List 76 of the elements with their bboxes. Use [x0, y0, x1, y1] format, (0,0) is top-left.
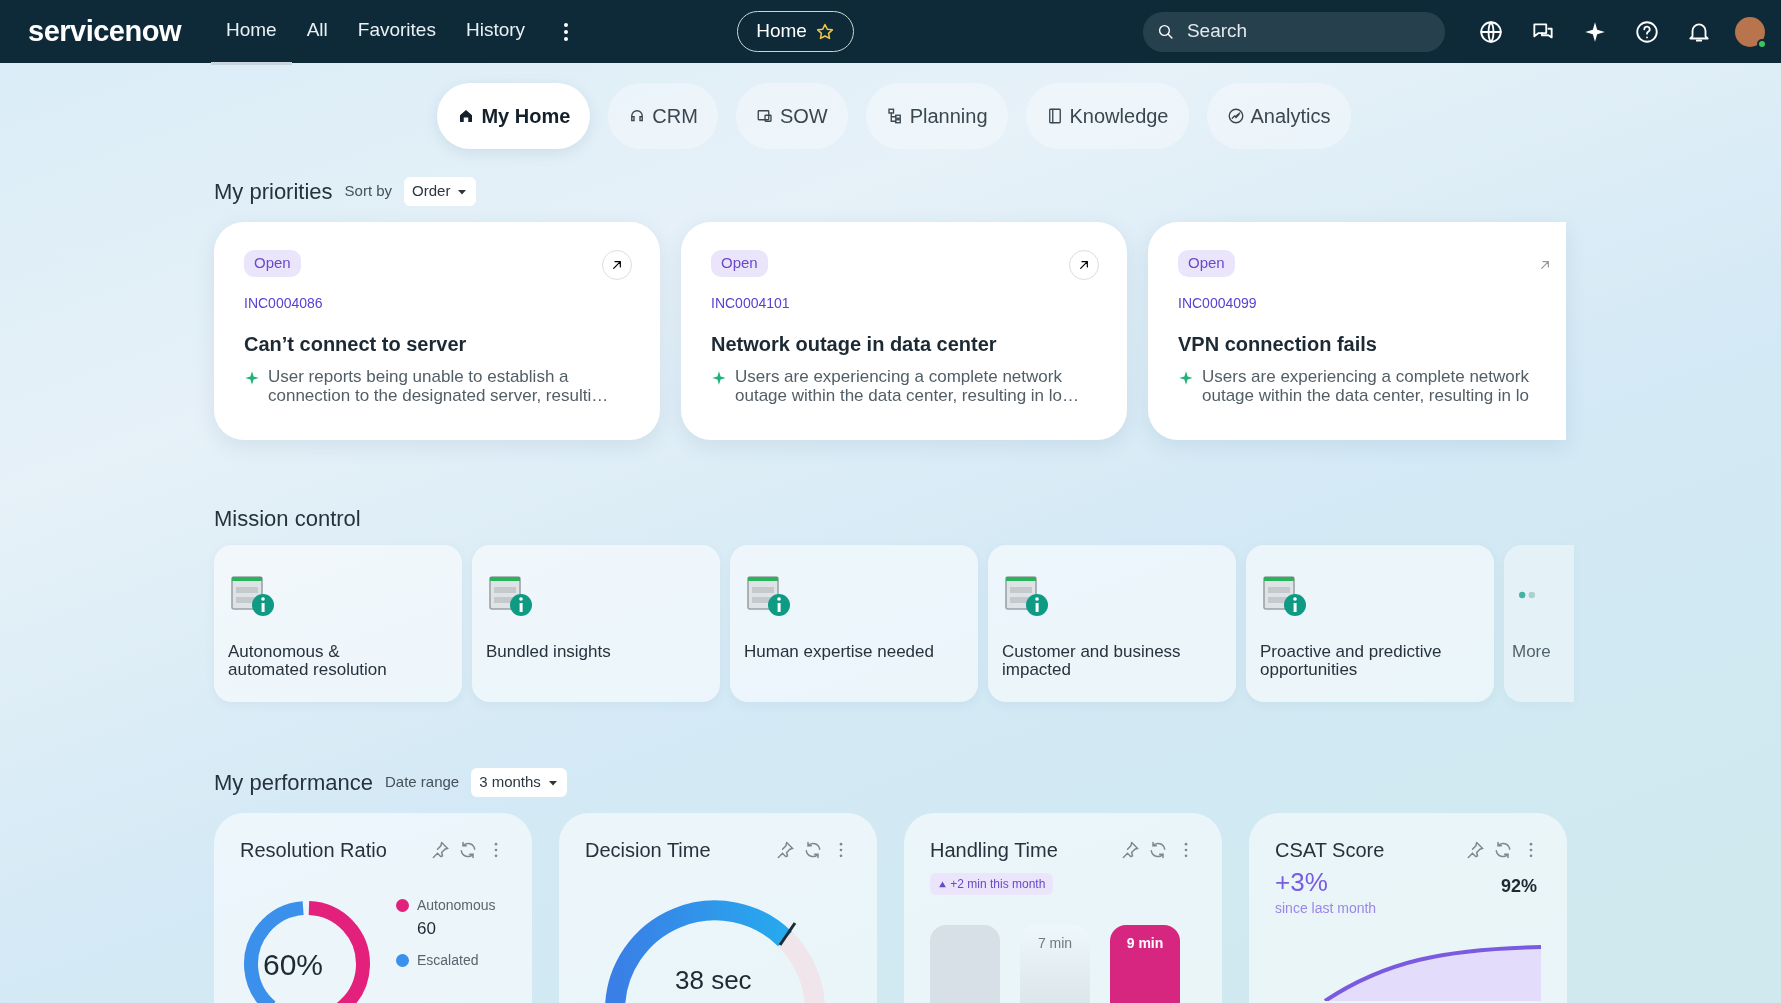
bar: 7 min	[1020, 925, 1090, 1003]
mission-tile[interactable]: More	[1504, 545, 1574, 702]
pin-icon[interactable]	[430, 840, 450, 860]
pin-icon[interactable]	[1120, 840, 1140, 860]
mission-tile[interactable]: Bundled insights	[472, 545, 720, 702]
section-title: Mission control	[214, 505, 361, 533]
star-icon	[814, 21, 835, 42]
search-field[interactable]: Search	[1143, 11, 1445, 52]
nav-link[interactable]: History	[450, 0, 541, 65]
tab[interactable]: Planning	[865, 83, 1008, 149]
section-title: My priorities	[214, 178, 333, 206]
card-title: Resolution Ratio	[240, 838, 387, 863]
bar: 9 min	[1110, 925, 1180, 1003]
tab[interactable]: Knowledge	[1025, 83, 1189, 149]
incident-number[interactable]: INC0004086	[244, 292, 323, 314]
logo[interactable]: servicenow	[28, 9, 181, 54]
nav-link[interactable]: Home	[211, 0, 292, 65]
legend-label: Escalated	[417, 950, 479, 970]
incident-card[interactable]: Open INC0004086 Can’t connect to server User reports being unable to establish a connection to the designated server, resulti…	[214, 222, 660, 440]
incident-title: VPN connection fails	[1178, 331, 1378, 357]
score-value: 92%	[1500, 875, 1537, 898]
pin-icon[interactable]	[1465, 840, 1485, 860]
card-title: CSAT Score	[1275, 838, 1385, 863]
trend-badge: +2 min this month	[930, 873, 1054, 895]
donut-value: 60%	[263, 947, 324, 983]
document-icon	[755, 107, 774, 125]
mission-tile[interactable]: Human expertise needed	[730, 545, 978, 702]
incident-number[interactable]: INC0004101	[711, 292, 790, 314]
mission-tile[interactable]: Autonomous & automated resolution	[214, 545, 462, 702]
globe-icon[interactable]	[1478, 18, 1504, 45]
mission-tile[interactable]: Proactive and predictive opportunities	[1246, 545, 1494, 702]
status-badge: Open	[711, 250, 768, 277]
card-title: Handling Time	[930, 838, 1058, 863]
dropdown[interactable]: Order	[404, 177, 477, 206]
nav-link[interactable]: All	[291, 0, 343, 65]
dropdown-label: Date range	[384, 772, 460, 793]
refresh-icon[interactable]	[803, 840, 823, 860]
section-title: My performance	[214, 769, 373, 797]
open-button[interactable]	[602, 250, 632, 280]
mission-tile[interactable]: Customer and business impacted	[988, 545, 1236, 702]
legend-label: Autonomous	[417, 896, 496, 915]
nav-link[interactable]: Favorites	[342, 0, 451, 65]
incident-number[interactable]: INC0004099	[1178, 292, 1257, 314]
status-badge: Open	[1178, 250, 1235, 277]
gauge-value: 38 sec	[675, 964, 752, 997]
chart-icon	[1226, 107, 1245, 125]
status-badge: Open	[244, 250, 301, 277]
incident-title: Network outage in data center	[711, 331, 998, 357]
help-icon[interactable]	[1634, 18, 1660, 45]
refresh-icon[interactable]	[1148, 840, 1168, 860]
change-note: since last month	[1275, 899, 1378, 918]
incident-title: Can’t connect to server	[244, 331, 468, 357]
pin-icon[interactable]	[775, 840, 795, 860]
search-input[interactable]: Search	[1184, 16, 1431, 47]
tab[interactable]: CRM	[608, 83, 718, 149]
card-title: Decision Time	[585, 838, 711, 863]
refresh-icon[interactable]	[458, 840, 478, 860]
incident-card[interactable]: Open INC0004101 Network outage in data center Users are experiencing a complete network outage within the data center, resulting in lo…	[681, 222, 1127, 440]
incident-summary: User reports being unable to establish a connection to the designated server, resulti…	[268, 366, 610, 406]
dropdown-label: Sort by	[344, 181, 393, 202]
tab[interactable]: My Home	[437, 83, 591, 149]
status-dot	[1757, 38, 1767, 49]
change-value: +3%	[1275, 869, 1328, 895]
avatar[interactable]	[1735, 16, 1765, 47]
incident-summary: Users are experiencing a complete network outage within the data center, resulting in lo…	[735, 366, 1080, 406]
incident-card[interactable]: Open INC0004099 VPN connection fails Users are experiencing a complete network outage within the data center, resulting in lo	[1148, 222, 1566, 440]
refresh-icon[interactable]	[1493, 840, 1513, 860]
tab[interactable]: SOW	[735, 83, 848, 149]
dots-icon	[1518, 591, 1536, 599]
hierarchy-icon	[885, 107, 904, 125]
open-button[interactable]	[1069, 250, 1099, 280]
dropdown[interactable]: 3 months	[471, 768, 567, 797]
legend-value: 60	[417, 918, 437, 940]
tab[interactable]: Analytics	[1206, 83, 1351, 149]
incident-summary: Users are experiencing a complete network outage within the data center, resulting in lo	[1202, 366, 1530, 406]
up-icon	[938, 880, 947, 890]
